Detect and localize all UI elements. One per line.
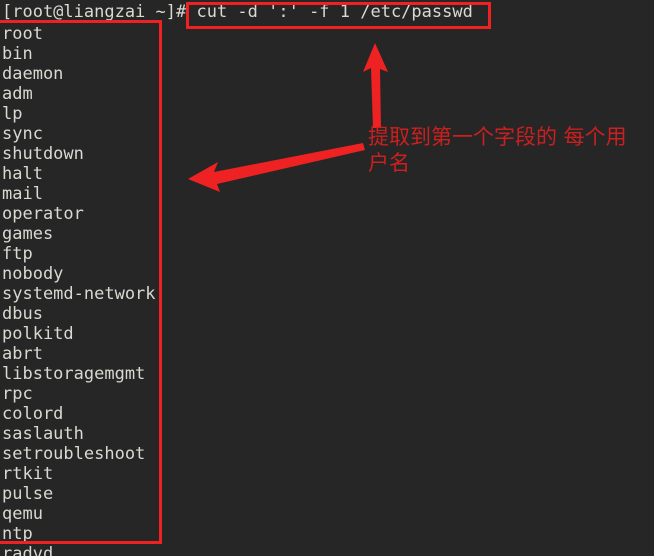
output-line: operator	[2, 204, 84, 224]
output-line: dbus	[2, 304, 43, 324]
terminal-output-area[interactable]: [root@liangzai ~]# cut -d ':' -f 1 /etc/…	[0, 0, 654, 556]
output-line: halt	[2, 164, 43, 184]
output-line: ntp	[2, 524, 33, 544]
output-line: games	[2, 224, 54, 244]
output-line: pulse	[2, 484, 54, 504]
output-line: nobody	[2, 264, 64, 284]
output-line: bin	[2, 44, 33, 64]
output-line: shutdown	[2, 144, 84, 164]
output-line: root	[2, 24, 43, 44]
terminal-screenshot: [root@liangzai ~]# cut -d ':' -f 1 /etc/…	[0, 0, 654, 556]
output-line: rtkit	[2, 464, 54, 484]
output-line: rpc	[2, 384, 33, 404]
output-line: saslauth	[2, 424, 84, 444]
output-line: polkitd	[2, 324, 74, 344]
output-line: mail	[2, 184, 43, 204]
output-line: systemd-network	[2, 284, 156, 304]
output-line: qemu	[2, 504, 43, 524]
output-line: daemon	[2, 64, 64, 84]
shell-prompt-line: [root@liangzai ~]# cut -d ':' -f 1 /etc/…	[2, 2, 473, 22]
output-line: radvd	[2, 544, 54, 556]
output-line: abrt	[2, 344, 43, 364]
output-line: setroubleshoot	[2, 444, 146, 464]
output-line: lp	[2, 104, 23, 124]
shell-command: cut -d ':' -f 1 /etc/passwd	[196, 2, 473, 22]
output-line: ftp	[2, 244, 33, 264]
shell-command-space	[186, 2, 196, 22]
annotation-note: 提取到第一个字段的 每个用户名	[368, 125, 627, 175]
output-line: libstoragemgmt	[2, 364, 146, 384]
output-line: sync	[2, 124, 43, 144]
output-line: adm	[2, 84, 33, 104]
output-line: colord	[2, 404, 64, 424]
shell-prompt: [root@liangzai ~]#	[2, 2, 187, 22]
